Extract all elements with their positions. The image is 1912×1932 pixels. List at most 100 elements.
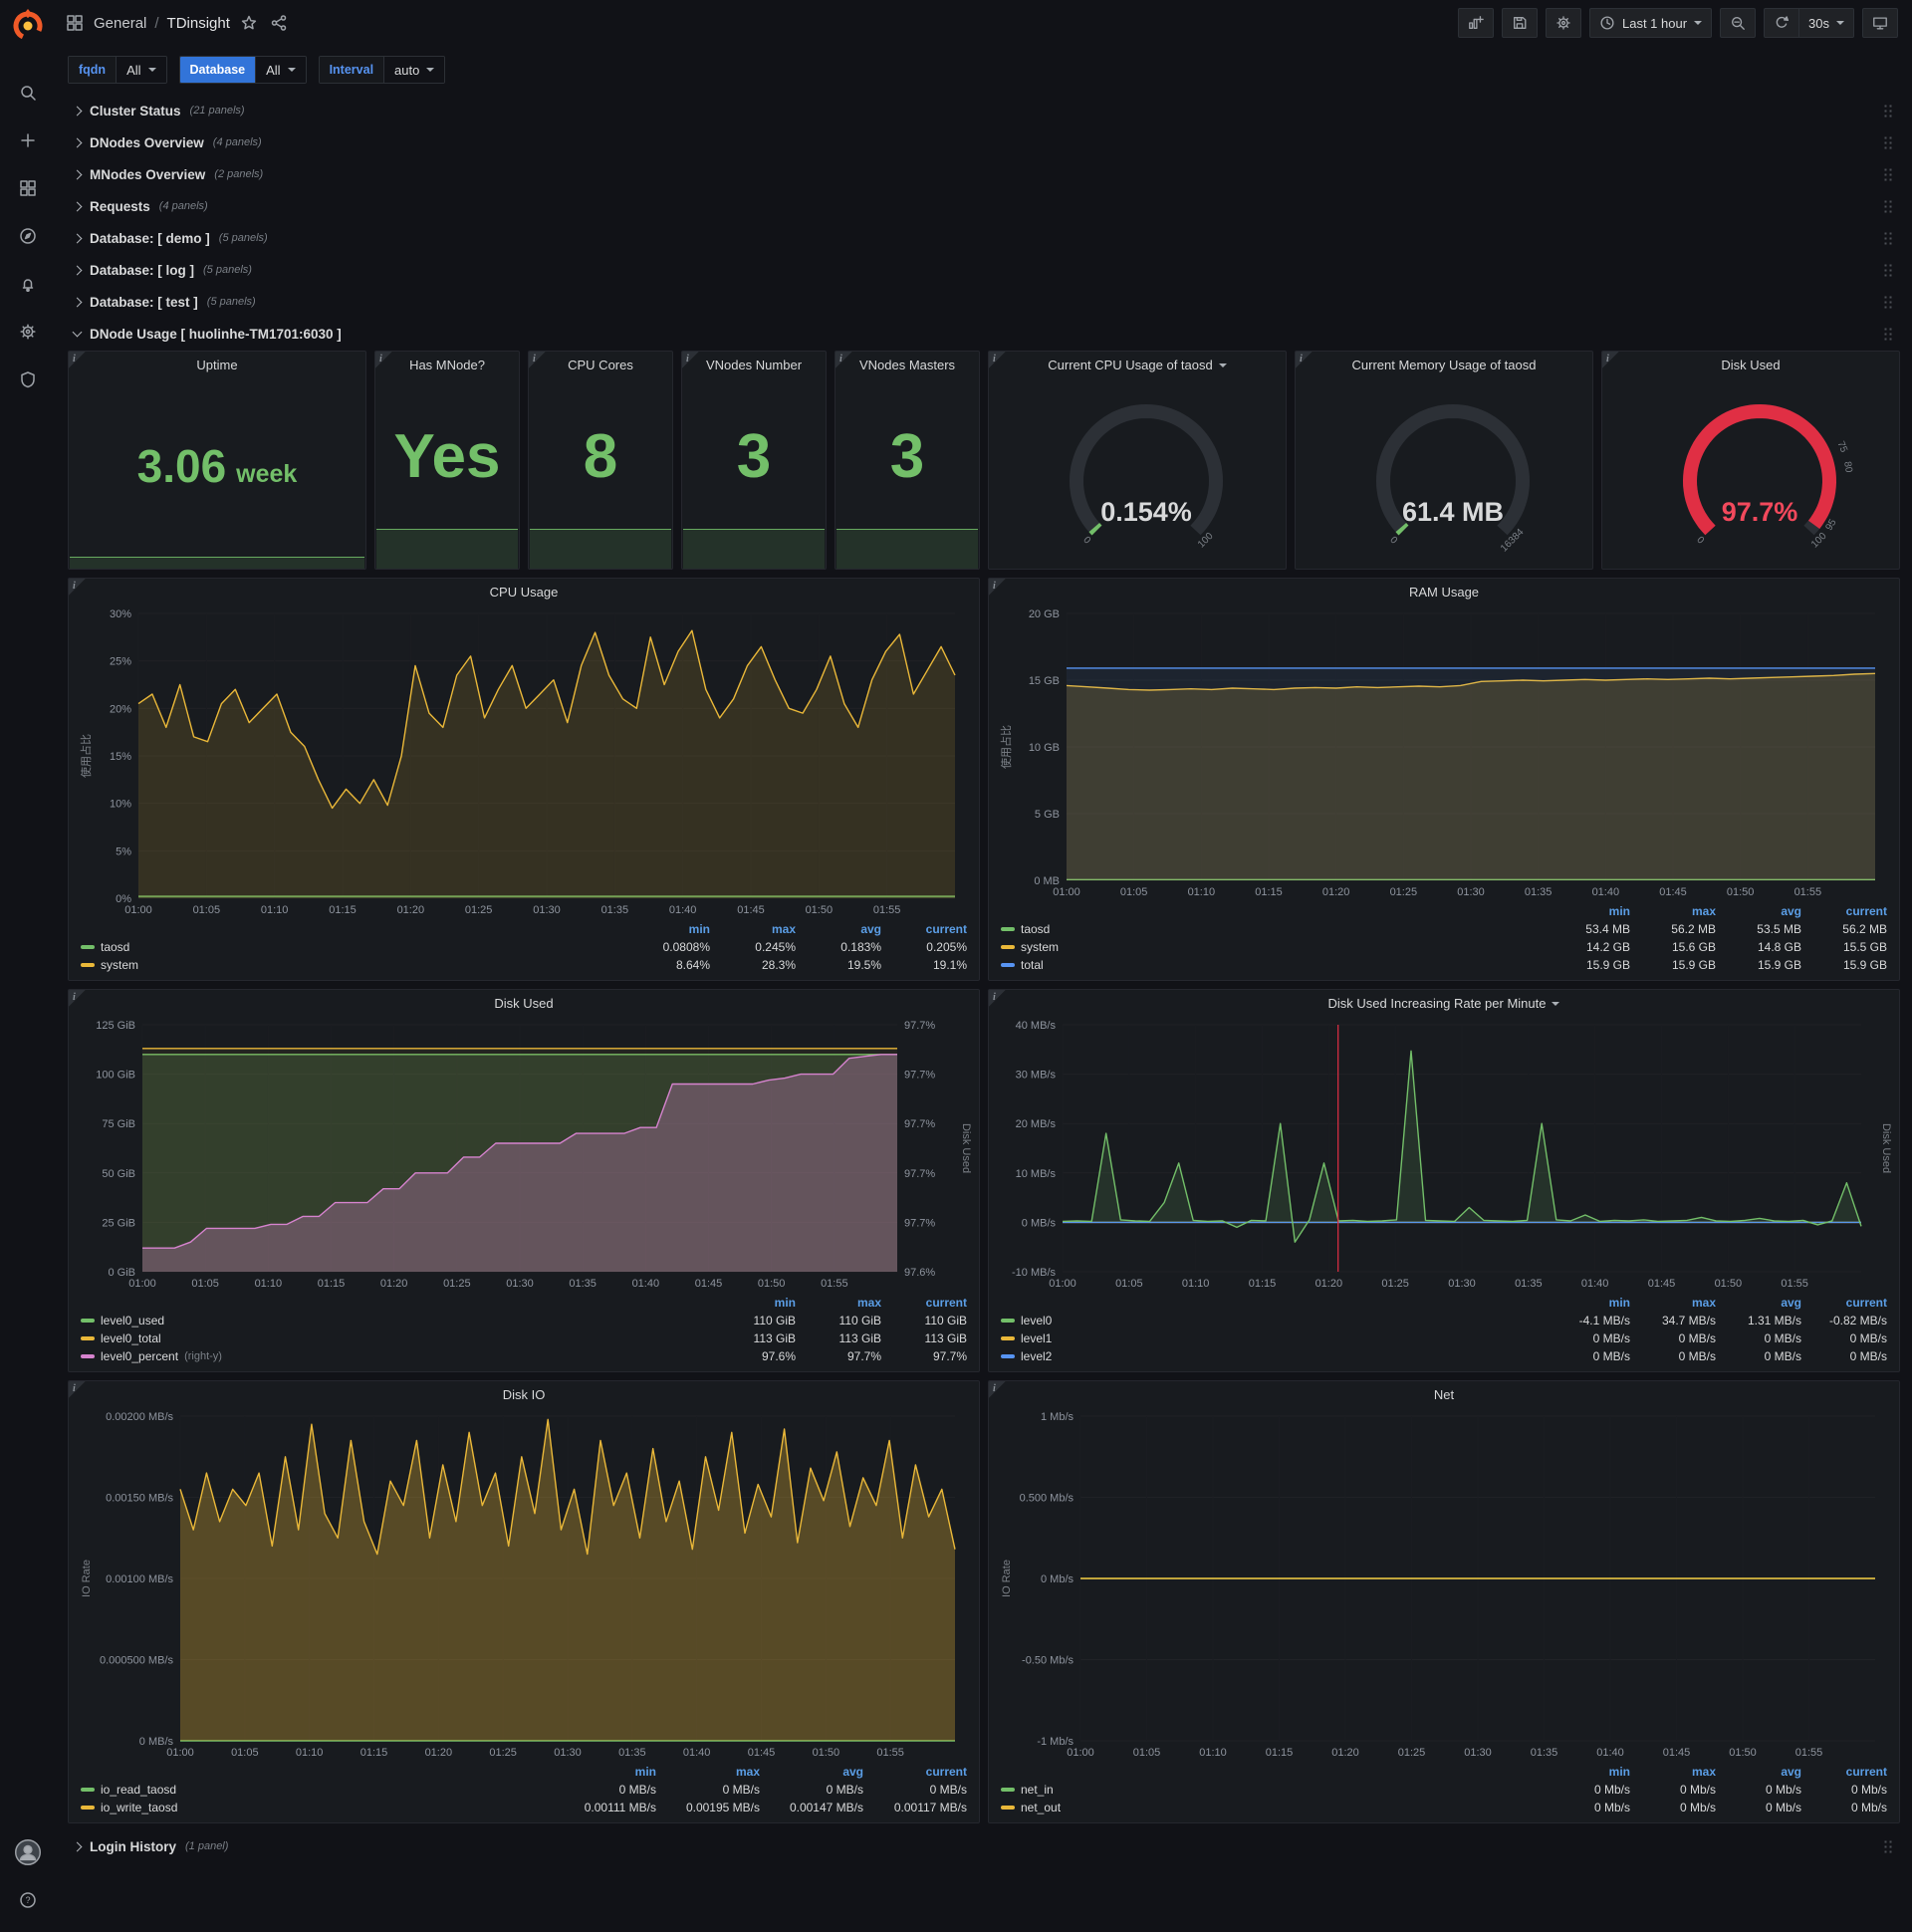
legend-series-name[interactable]: level2 xyxy=(1001,1349,1545,1363)
legend-column-min[interactable]: min xyxy=(1545,904,1630,918)
panel-info-icon[interactable]: i xyxy=(989,990,1007,1008)
legend-column-max[interactable]: max xyxy=(710,922,796,936)
panel-info-icon[interactable]: i xyxy=(69,579,87,597)
row-header-login-history[interactable]: Login History (1 panel) xyxy=(68,1831,1900,1861)
legend-column-min[interactable]: min xyxy=(624,922,710,936)
drag-handle-icon[interactable] xyxy=(1883,262,1894,278)
legend-series-name[interactable]: level0_total xyxy=(81,1331,710,1345)
legend-column-current[interactable]: current xyxy=(881,922,967,936)
disk-used-chart-area[interactable]: 0 GiB 25 GiB 50 GiB 75 GiB 100 GiB 125 GiB 01:… xyxy=(77,1017,972,1292)
row-header-database-demo[interactable]: Database: [ demo ] (5 panels) xyxy=(68,223,1900,253)
disk-io-plot[interactable]: 0 MB/s0.000500 MB/s0.00100 MB/s0.00150 M… xyxy=(77,1408,971,1761)
configuration-button[interactable] xyxy=(9,316,47,350)
legend-series-name[interactable]: taosd xyxy=(81,940,624,954)
panel-title[interactable]: VNodes Masters xyxy=(836,352,979,378)
legend-series-name[interactable]: io_read_taosd xyxy=(81,1783,553,1797)
legend-column-min[interactable]: min xyxy=(710,1296,796,1310)
panel-title[interactable]: RAM Usage xyxy=(989,579,1899,605)
search-button[interactable] xyxy=(9,77,47,111)
panel-title[interactable]: Net xyxy=(989,1381,1899,1408)
legend-column-min[interactable]: min xyxy=(1545,1296,1630,1310)
row-header-dnodes-overview[interactable]: DNodes Overview (4 panels) xyxy=(68,127,1900,157)
panel-title[interactable]: CPU Usage xyxy=(69,579,979,605)
legend-series-name[interactable]: io_write_taosd xyxy=(81,1801,553,1814)
disk-io-chart-area[interactable]: 0 MB/s 0.000500 MB/s 0.00100 MB/s 0.00150 M… xyxy=(77,1408,971,1761)
row-header-database-test[interactable]: Database: [ test ] (5 panels) xyxy=(68,287,1900,317)
dashboard-settings-button[interactable] xyxy=(1545,8,1581,38)
disk-used-increasing-rate-chart-area[interactable]: -10 MB/s 0 MB/s 10 MB/s 20 MB/s 30 MB/s 40 MB… xyxy=(997,1017,1892,1292)
refresh-interval-picker[interactable]: 30s xyxy=(1799,8,1854,38)
panel-title[interactable]: VNodes Number xyxy=(682,352,826,378)
variable-Database[interactable]: Database All xyxy=(178,56,307,84)
panel-info-icon[interactable]: i xyxy=(836,352,853,369)
share-icon[interactable] xyxy=(270,14,288,32)
legend-column-current[interactable]: current xyxy=(881,1296,967,1310)
panel-title[interactable]: Disk Used xyxy=(1602,352,1899,378)
legend-column-avg[interactable]: avg xyxy=(796,922,881,936)
drag-handle-icon[interactable] xyxy=(1883,230,1894,246)
legend-column-avg[interactable]: avg xyxy=(1716,904,1801,918)
panel-info-icon[interactable]: i xyxy=(1602,352,1620,369)
grafana-logo-icon[interactable] xyxy=(10,7,46,43)
panel-info-icon[interactable]: i xyxy=(1296,352,1314,369)
legend-column-avg[interactable]: avg xyxy=(1716,1296,1801,1310)
drag-handle-icon[interactable] xyxy=(1883,198,1894,214)
legend-series-name[interactable]: net_out xyxy=(1001,1801,1545,1814)
panel-title[interactable]: Disk IO xyxy=(69,1381,979,1408)
cpu-usage-chart-area[interactable]: 0% 5% 10% 15% 20% 25% 30% 01:00 01:05 01:10 01:15 0… xyxy=(77,605,971,918)
legend-column-max[interactable]: max xyxy=(796,1296,881,1310)
breadcrumb-dashboard[interactable]: TDinsight xyxy=(167,15,230,32)
zoom-out-button[interactable] xyxy=(1720,8,1757,38)
panel-info-icon[interactable]: i xyxy=(69,352,87,369)
help-button[interactable]: ? xyxy=(9,1884,47,1918)
dashboards-button[interactable] xyxy=(9,172,47,206)
legend-column-avg[interactable]: avg xyxy=(1716,1765,1801,1779)
legend-column-current[interactable]: current xyxy=(1801,904,1887,918)
panel-title[interactable]: Uptime xyxy=(69,352,365,378)
panel-title[interactable]: Current CPU Usage of taosd xyxy=(989,352,1286,378)
disk-used-plot[interactable]: 0 GiB25 GiB50 GiB75 GiB100 GiB125 GiB01:… xyxy=(77,1017,972,1292)
row-header-dnode-usage-huolinhe-tm1701-6030[interactable]: DNode Usage [ huolinhe-TM1701:6030 ] xyxy=(68,319,1900,349)
net-chart-area[interactable]: -1 Mb/s -0.50 Mb/s 0 Mb/s 0.500 Mb/s 1 Mb/s 0… xyxy=(997,1408,1891,1761)
alerting-button[interactable] xyxy=(9,268,47,302)
legend-column-min[interactable]: min xyxy=(1545,1765,1630,1779)
variable-value-dropdown[interactable]: auto xyxy=(383,57,445,83)
legend-column-max[interactable]: max xyxy=(656,1765,760,1779)
variable-value-dropdown[interactable]: All xyxy=(255,57,306,83)
time-range-picker[interactable]: Last 1 hour xyxy=(1588,8,1713,38)
legend-column-max[interactable]: max xyxy=(1630,904,1716,918)
legend-series-name[interactable]: level0 xyxy=(1001,1314,1545,1328)
drag-handle-icon[interactable] xyxy=(1883,134,1894,150)
panel-info-icon[interactable]: i xyxy=(529,352,547,369)
create-button[interactable] xyxy=(9,124,47,158)
legend-series-name[interactable]: level1 xyxy=(1001,1331,1545,1345)
panel-title[interactable]: Disk Used xyxy=(69,990,979,1017)
row-header-database-log[interactable]: Database: [ log ] (5 panels) xyxy=(68,255,1900,285)
legend-series-name[interactable]: system xyxy=(81,958,624,972)
panel-title[interactable]: Current Memory Usage of taosd xyxy=(1296,352,1592,378)
cycle-view-button[interactable] xyxy=(1862,8,1898,38)
legend-series-name[interactable]: net_in xyxy=(1001,1783,1545,1797)
row-header-requests[interactable]: Requests (4 panels) xyxy=(68,191,1900,221)
legend-series-name[interactable]: level0_used xyxy=(81,1314,710,1328)
legend-column-current[interactable]: current xyxy=(1801,1296,1887,1310)
server-admin-button[interactable] xyxy=(9,363,47,397)
disk-used-increasing-rate-plot[interactable]: -10 MB/s0 MB/s10 MB/s20 MB/s30 MB/s40 MB… xyxy=(997,1017,1892,1292)
legend-column-min[interactable]: min xyxy=(553,1765,656,1779)
legend-column-avg[interactable]: avg xyxy=(760,1765,863,1779)
legend-column-max[interactable]: max xyxy=(1630,1765,1716,1779)
legend-series-name[interactable]: level0_percent (right-y) xyxy=(81,1349,710,1363)
panel-info-icon[interactable]: i xyxy=(989,579,1007,597)
legend-series-name[interactable]: taosd xyxy=(1001,922,1545,936)
panel-title[interactable]: CPU Cores xyxy=(529,352,672,378)
panel-info-icon[interactable]: i xyxy=(69,1381,87,1399)
variable-fqdn[interactable]: fqdn All xyxy=(68,56,167,84)
ram-usage-chart-area[interactable]: 0 MB 5 GB 10 GB 15 GB 20 GB 01:00 01:05 01:10 01… xyxy=(997,605,1891,900)
panel-info-icon[interactable]: i xyxy=(682,352,700,369)
row-header-cluster-status[interactable]: Cluster Status (21 panels) xyxy=(68,96,1900,125)
refresh-button[interactable] xyxy=(1764,8,1800,38)
panel-info-icon[interactable]: i xyxy=(375,352,393,369)
add-panel-button[interactable] xyxy=(1457,8,1494,38)
breadcrumb-folder[interactable]: General xyxy=(94,15,146,32)
explore-button[interactable] xyxy=(9,220,47,254)
